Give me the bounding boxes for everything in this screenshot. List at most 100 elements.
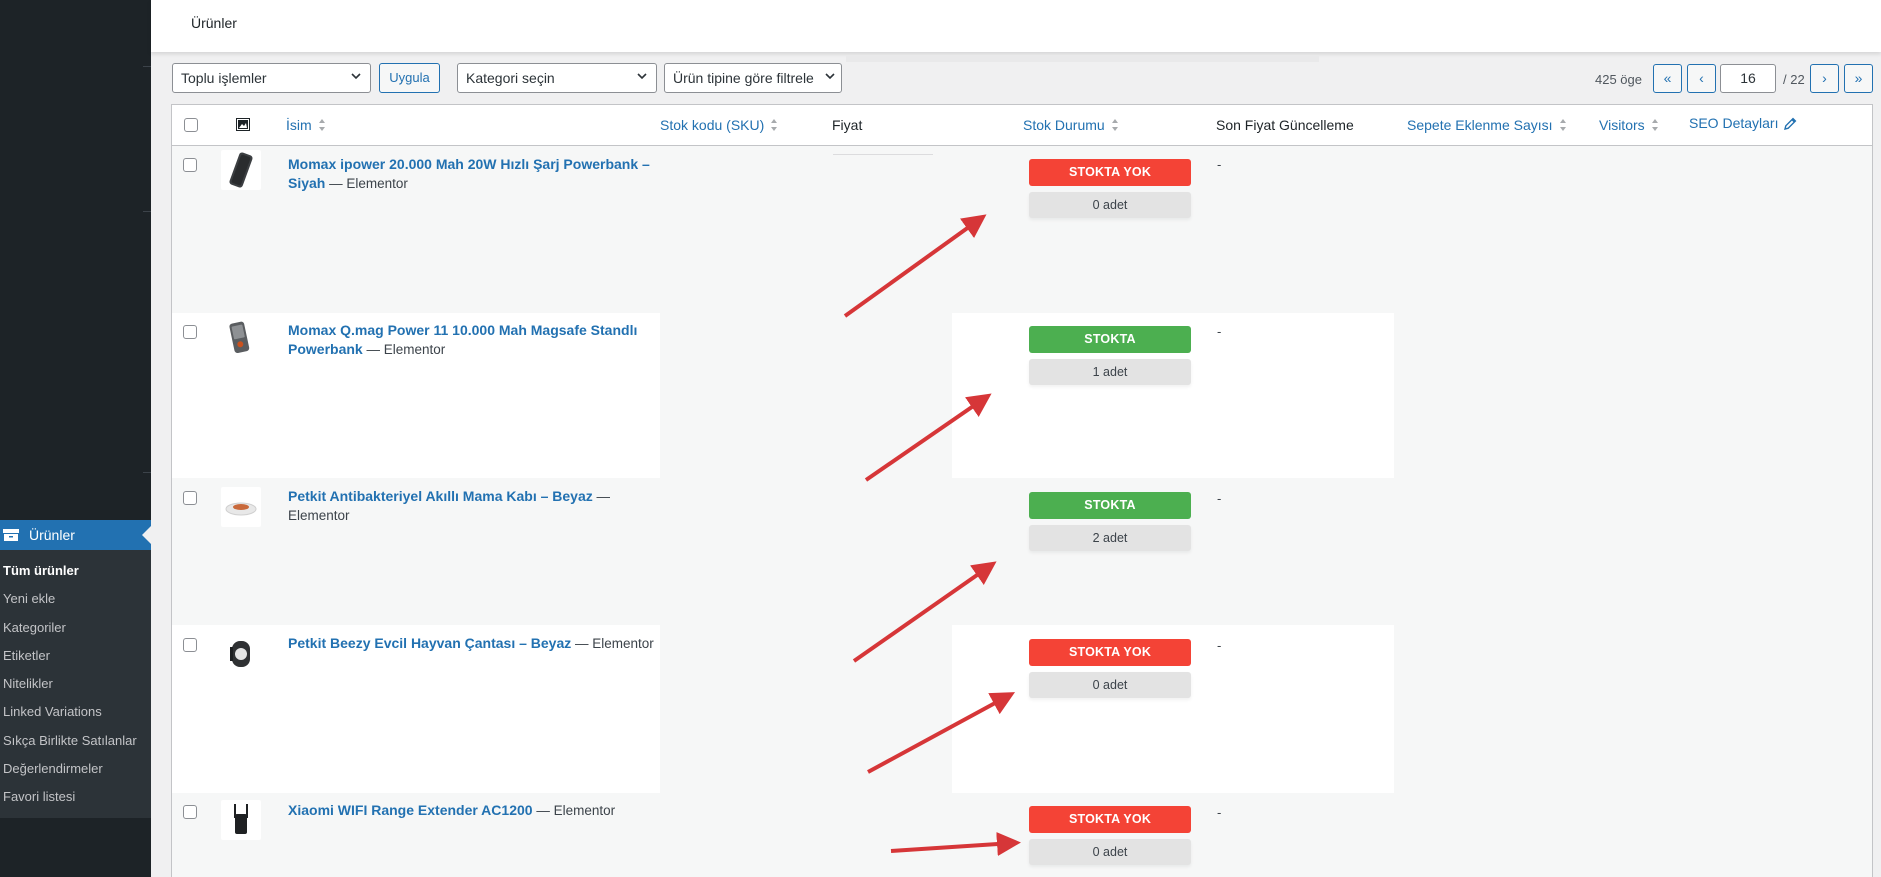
row-checkbox[interactable]	[183, 491, 197, 505]
pet-bowl-icon	[225, 502, 257, 516]
row-checkbox[interactable]	[183, 805, 197, 819]
product-name[interactable]: Petkit Antibakteriyel Akıllı Mama Kabı –…	[288, 487, 668, 525]
column-cart-adds[interactable]: Sepete Eklenme Sayısı	[1407, 117, 1567, 133]
stock-quantity: 0 adet	[1029, 192, 1191, 218]
category-value: Kategori seçin	[466, 70, 555, 86]
powerbank-icon	[229, 152, 253, 188]
column-sku[interactable]: Stok kodu (SKU)	[660, 117, 778, 133]
last-page-button[interactable]: »	[1844, 64, 1873, 93]
first-page-button[interactable]: «	[1653, 64, 1682, 93]
admin-sidebar: Ürünler Tüm ürünler Yeni ekle Kategorile…	[0, 0, 151, 877]
submenu-all-products[interactable]: Tüm ürünler	[0, 557, 151, 585]
pet-bag-icon	[230, 641, 250, 667]
product-thumbnail[interactable]	[221, 633, 261, 673]
menu-products[interactable]: Ürünler	[0, 520, 151, 550]
product-builder-label: — Elementor	[362, 342, 446, 357]
submenu-frequently-bought[interactable]: Sıkça Birlikte Satılanlar	[0, 727, 151, 755]
column-price-label: Fiyat	[832, 117, 863, 133]
column-visitors[interactable]: Visitors	[1599, 117, 1659, 133]
image-icon	[236, 118, 250, 131]
stock-status-badge: STOKTA YOK	[1029, 806, 1191, 833]
column-sku-label: Stok kodu (SKU)	[660, 117, 765, 133]
submenu-add-new[interactable]: Yeni ekle	[0, 585, 151, 613]
stock-quantity: 0 adet	[1029, 839, 1191, 865]
page-title: Ürünler	[191, 15, 237, 31]
item-count: 425 öge	[1595, 72, 1642, 87]
product-name-link[interactable]: Petkit Beezy Evcil Hayvan Çantası – Beya…	[288, 635, 571, 651]
products-submenu: Tüm ürünler Yeni ekle Kategoriler Etiket…	[0, 550, 151, 818]
column-seo-label: SEO Detayları	[1689, 115, 1779, 131]
product-thumbnail[interactable]	[221, 150, 261, 190]
column-visitors-label: Visitors	[1599, 117, 1645, 133]
last-price-update-value: -	[1217, 805, 1222, 820]
product-type-value: Ürün tipine göre filtrele	[673, 70, 814, 86]
column-stock-label: Stok Durumu	[1023, 117, 1105, 133]
header-strip	[846, 56, 1319, 62]
product-name[interactable]: Xiaomi WIFI Range Extender AC1200 — Elem…	[288, 801, 668, 820]
column-name-label: İsim	[286, 117, 312, 133]
product-name-link[interactable]: Xiaomi WIFI Range Extender AC1200	[288, 802, 533, 818]
magsafe-powerbank-icon	[229, 321, 250, 354]
current-page-input[interactable]: 16	[1720, 64, 1776, 93]
apply-button[interactable]: Uygula	[379, 63, 440, 93]
submenu-wishlist[interactable]: Favori listesi	[0, 783, 151, 811]
column-name[interactable]: İsim	[286, 117, 326, 133]
prev-page-button[interactable]: ‹	[1687, 64, 1716, 93]
product-name[interactable]: Momax ipower 20.000 Mah 20W Hızlı Şarj P…	[288, 155, 668, 193]
wifi-extender-icon	[234, 804, 248, 834]
column-last-price-update: Son Fiyat Güncelleme	[1216, 117, 1354, 133]
page-header: Ürünler	[151, 0, 1881, 52]
menu-products-label: Ürünler	[29, 527, 75, 543]
stock-status-badge: STOKTA	[1029, 326, 1191, 353]
product-name[interactable]: Momax Q.mag Power 11 10.000 Mah Magsafe …	[288, 321, 668, 359]
column-price: Fiyat	[832, 117, 862, 133]
current-menu-arrow	[142, 526, 151, 544]
submenu-categories[interactable]: Kategoriler	[0, 614, 151, 642]
product-thumbnail[interactable]	[221, 800, 261, 840]
sort-icon	[1111, 119, 1118, 131]
chevron-down-icon	[351, 73, 361, 80]
last-price-update-value: -	[1217, 491, 1222, 506]
column-last-price-update-label: Son Fiyat Güncelleme	[1216, 117, 1354, 133]
row-checkbox[interactable]	[183, 325, 197, 339]
stock-quantity: 0 adet	[1029, 672, 1191, 698]
submenu-reviews[interactable]: Değerlendirmeler	[0, 755, 151, 783]
total-pages: / 22	[1783, 72, 1805, 87]
sort-icon	[318, 119, 325, 131]
bulk-actions-value: Toplu işlemler	[181, 70, 267, 86]
row-checkbox[interactable]	[183, 158, 197, 172]
product-thumbnail[interactable]	[221, 318, 261, 358]
sort-icon	[771, 119, 778, 131]
pencil-icon[interactable]	[1784, 117, 1797, 130]
price-divider	[833, 154, 933, 155]
column-cart-adds-label: Sepete Eklenme Sayısı	[1407, 117, 1553, 133]
chevron-down-icon	[825, 73, 835, 80]
bulk-actions-select[interactable]: Toplu işlemler	[172, 63, 371, 93]
sort-icon	[1559, 119, 1566, 131]
column-stock[interactable]: Stok Durumu	[1023, 117, 1119, 133]
product-builder-label: — Elementor	[325, 176, 408, 191]
next-page-button[interactable]: ›	[1810, 64, 1839, 93]
select-all-checkbox[interactable]	[184, 118, 198, 132]
submenu-attributes[interactable]: Nitelikler	[0, 670, 151, 698]
column-seo[interactable]: SEO Detayları	[1689, 115, 1797, 131]
submenu-tags[interactable]: Etiketler	[0, 642, 151, 670]
sort-icon	[1651, 119, 1658, 131]
product-type-select[interactable]: Ürün tipine göre filtrele	[664, 63, 842, 93]
last-price-update-value: -	[1217, 324, 1222, 339]
last-price-update-value: -	[1217, 157, 1222, 172]
product-name[interactable]: Petkit Beezy Evcil Hayvan Çantası – Beya…	[288, 634, 668, 653]
category-select[interactable]: Kategori seçin	[457, 63, 657, 93]
chevron-down-icon	[637, 73, 647, 80]
last-price-update-value: -	[1217, 638, 1222, 653]
table-header: İsim Stok kodu (SKU) Fiyat Stok Durumu S…	[172, 105, 1872, 146]
product-name-link[interactable]: Momax Q.mag Power 11 10.000 Mah Magsafe …	[288, 322, 637, 357]
product-thumbnail[interactable]	[221, 487, 261, 527]
product-builder-label: — Elementor	[571, 636, 654, 651]
products-menu: Ürünler Tüm ürünler Yeni ekle Kategorile…	[0, 520, 151, 821]
submenu-linked-variations[interactable]: Linked Variations	[0, 698, 151, 726]
product-name-link[interactable]: Petkit Antibakteriyel Akıllı Mama Kabı –…	[288, 488, 593, 504]
stock-status-badge: STOKTA YOK	[1029, 159, 1191, 186]
row-checkbox[interactable]	[183, 638, 197, 652]
product-builder-label: — Elementor	[532, 803, 616, 818]
